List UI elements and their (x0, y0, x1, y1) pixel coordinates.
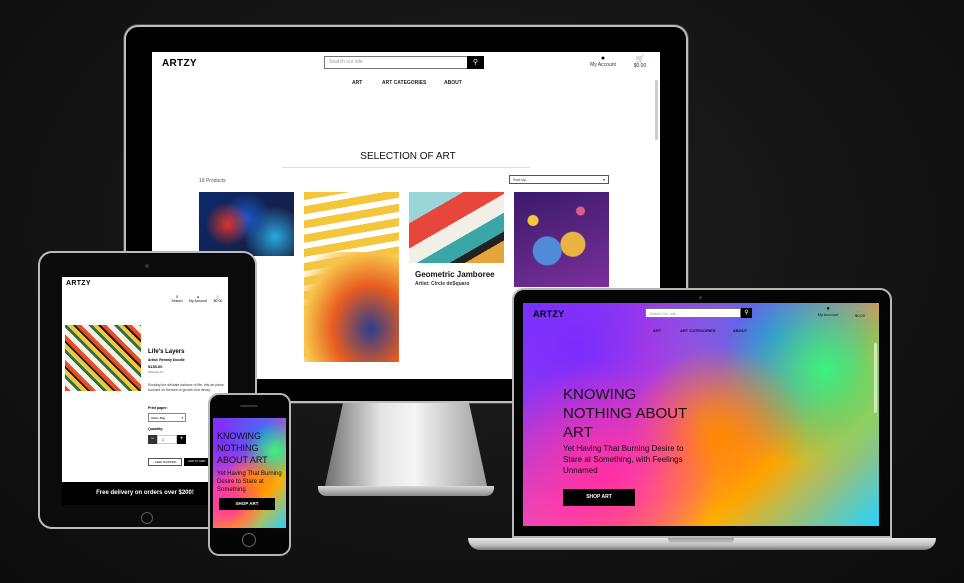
search-icon: ⚲ (472, 59, 479, 66)
phone-shop-art-button[interactable]: SHOP ART (219, 498, 275, 510)
cart-total: $0.00 (854, 313, 865, 318)
nav-art-categories[interactable]: ART CATEGORIES (382, 80, 426, 86)
phone-home-button[interactable] (242, 533, 256, 547)
delivery-banner: Free delivery on orders over $200! (62, 482, 228, 505)
chevron-down-icon: ▾ (181, 416, 183, 420)
cart-link[interactable]: 🛒 $0.00 (849, 306, 871, 318)
print-paper-label: Print paper: (148, 406, 168, 410)
search-button[interactable]: ⚲ (741, 308, 752, 318)
product-count: 19 Products (199, 178, 226, 184)
user-icon: ● (600, 55, 606, 62)
product-category[interactable]: Abstract Art (148, 370, 164, 374)
desktop-monitor-stand (323, 403, 489, 495)
product-artist: Artist: Remmy Doodle (148, 358, 185, 362)
search-input[interactable]: Search our site (645, 308, 741, 318)
laptop-camera (699, 296, 702, 299)
tablet-home-button[interactable] (141, 512, 153, 524)
cart-total: $0.00 (633, 63, 647, 69)
product-image-4[interactable] (514, 192, 609, 287)
account-label: My Account (590, 62, 616, 68)
product-description: Evoking the delicate balance of life, th… (148, 383, 224, 392)
title-divider (282, 167, 530, 168)
phone-hero-subtitle: Yet Having That Burning Desire to Stare … (217, 471, 282, 493)
site-logo[interactable]: ARTZY (162, 58, 197, 69)
quantity-decrement-button[interactable]: − (148, 435, 157, 444)
nav-about[interactable]: ABOUT (444, 80, 462, 86)
product-image-2[interactable] (304, 192, 399, 362)
nav-art[interactable]: ART (653, 328, 661, 333)
site-logo[interactable]: ARTZY (66, 280, 91, 287)
account-link[interactable]: ● My Account (186, 295, 210, 303)
nav-art[interactable]: ART (352, 80, 362, 86)
cart-icon: 🛒 (856, 307, 864, 313)
laptop-notch (668, 538, 734, 544)
tablet-screen: ARTZY ⚲ Search ● My Account 🛒 $0.00 Life's … (62, 277, 228, 505)
cart-total: $0.00 (213, 299, 223, 303)
phone-screen: KNOWING NOTHING ABOUT ART Yet Having Tha… (213, 418, 286, 528)
print-paper-select[interactable]: Glitter Bag ▾ (148, 413, 186, 422)
keep-shopping-label: KEEP SHOPPING (155, 461, 177, 464)
sort-label: Sort by... (513, 177, 529, 182)
cart-link[interactable]: 🛒 $0.00 (211, 295, 225, 303)
shop-art-button[interactable]: SHOP ART (563, 489, 635, 506)
sort-select[interactable]: Sort by... ▾ (509, 175, 609, 184)
phone-hero-heading: KNOWING NOTHING ABOUT ART (217, 431, 268, 465)
product-title[interactable]: Geometric Jamboree (415, 270, 495, 279)
laptop-hero-subtitle: Yet Having That Burning Desire to Stare … (563, 444, 684, 475)
hero-heading-line-2: NOTHING ABOUT (563, 405, 688, 422)
hero-heading-line-3: ART (563, 424, 593, 441)
search-input[interactable]: Search our site (324, 56, 484, 69)
phone-speaker (240, 405, 258, 407)
add-to-cart-button[interactable]: ADD TO CART (184, 458, 210, 466)
print-paper-value: Glitter Bag (151, 416, 166, 420)
search-label: Search (171, 299, 183, 303)
quantity-label: Quantity: (148, 427, 164, 431)
product-image-3[interactable] (409, 192, 504, 263)
product-title: Life's Layers (148, 349, 185, 355)
product-image[interactable] (65, 325, 141, 391)
product-image-1[interactable] (199, 192, 294, 256)
nav-art-categories[interactable]: ART CATEGORIES (680, 328, 715, 333)
search-link[interactable]: ⚲ Search (170, 295, 184, 303)
chevron-down-icon: ▾ (602, 177, 605, 182)
laptop-screen: ARTZY Search our site ⚲ ● My Account 🛒 $0.… (523, 303, 879, 526)
section-title: SELECTION OF ART (360, 151, 456, 162)
quantity-input[interactable]: 1 (157, 435, 177, 444)
scrollbar[interactable] (874, 343, 877, 413)
laptop-hero-heading: KNOWING NOTHING ABOUT ART (563, 385, 687, 442)
hero-heading-line-1: KNOWING (563, 386, 637, 403)
quantity-increment-button[interactable]: + (177, 435, 186, 444)
desktop-monitor-base (318, 486, 494, 496)
keep-shopping-button[interactable]: ‹ KEEP SHOPPING (148, 458, 182, 466)
search-icon: ⚲ (744, 310, 749, 316)
cart-link[interactable]: 🛒 $0.00 (628, 55, 652, 69)
account-label: My Account (817, 312, 839, 317)
tablet-camera (145, 264, 149, 268)
nav-about[interactable]: ABOUT (733, 328, 747, 333)
scrollbar[interactable] (655, 80, 658, 140)
product-price: $153.00 (148, 364, 163, 369)
site-logo[interactable]: ARTZY (533, 309, 565, 319)
account-link[interactable]: ● My Account (813, 306, 843, 317)
account-link[interactable]: ● My Account (585, 55, 621, 68)
account-label: My Account (188, 299, 208, 303)
product-artist: Artist: Circle deSquaro (415, 281, 470, 287)
search-button[interactable]: ⚲ (467, 56, 484, 69)
cart-icon: 🛒 (635, 56, 645, 63)
